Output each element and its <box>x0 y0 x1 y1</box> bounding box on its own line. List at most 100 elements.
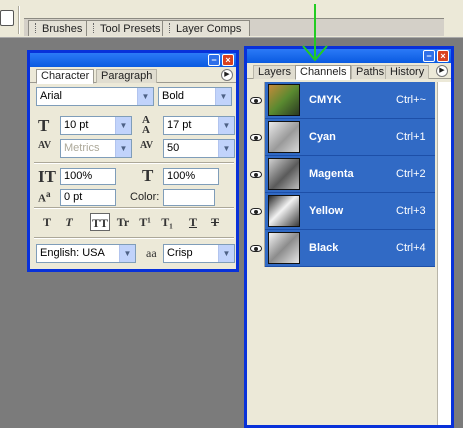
channels-palette-titlebar[interactable]: − × <box>247 49 451 63</box>
tab-history[interactable]: History <box>385 65 430 79</box>
font-size-select[interactable]: 10 pt ▼ <box>60 116 132 135</box>
tab-paths[interactable]: Paths <box>351 65 390 79</box>
text-color-swatch[interactable] <box>163 189 215 206</box>
channels-palette: − × Layers Channels Paths History ▶ CMYK… <box>244 46 454 428</box>
font-size-icon: T <box>38 116 50 135</box>
yellow-channel-thumbnail <box>268 195 300 227</box>
channel-row-magenta[interactable]: Magenta Ctrl+2 <box>247 156 435 193</box>
visibility-cell[interactable] <box>247 230 265 267</box>
baseline-shift-icon: Aa <box>38 189 51 205</box>
tab-character[interactable]: Character <box>36 69 95 84</box>
all-caps-button[interactable]: TT <box>90 213 110 231</box>
channel-shortcut: Ctrl+2 <box>396 168 426 180</box>
palette-menu-icon[interactable]: ▶ <box>436 65 448 77</box>
color-label: Color: <box>130 191 160 203</box>
kerning-value: Metrics <box>64 142 100 154</box>
horizontal-scale-field[interactable]: 100% <box>163 168 219 185</box>
close-icon[interactable]: × <box>222 54 234 66</box>
font-style-value: Bold <box>162 90 185 102</box>
language-value: English: USA <box>40 247 105 259</box>
superscript-button[interactable]: T¹ <box>136 213 154 231</box>
tracking-select[interactable]: 50 ▼ <box>163 139 235 158</box>
faux-bold-button[interactable]: T <box>38 213 56 231</box>
close-icon[interactable]: × <box>437 50 449 62</box>
well-tab-layer-comps[interactable]: Layer Comps <box>162 20 251 36</box>
subscript-button[interactable]: T₁ <box>158 213 176 231</box>
channel-name: Black <box>309 242 339 254</box>
visibility-cell[interactable] <box>247 193 265 230</box>
leading-icon: AA <box>142 114 150 136</box>
channel-name: Yellow <box>309 205 344 217</box>
eye-icon[interactable] <box>250 134 262 141</box>
channel-name: Cyan <box>309 131 336 143</box>
well-tab-brushes[interactable]: Brushes <box>28 20 92 36</box>
cyan-channel-thumbnail <box>268 121 300 153</box>
chevron-down-icon[interactable]: ▼ <box>115 117 131 134</box>
channel-row-black[interactable]: Black Ctrl+4 <box>247 230 435 267</box>
channel-shortcut: Ctrl+4 <box>396 242 426 254</box>
baseline-shift-field[interactable]: 0 pt <box>60 189 116 206</box>
eye-icon[interactable] <box>250 208 262 215</box>
minimize-icon[interactable]: − <box>423 50 435 62</box>
leading-select[interactable]: 17 pt ▼ <box>163 116 235 135</box>
character-palette: − × Character Paragraph ▶ Arial ▼ Bold ▼… <box>27 50 239 272</box>
eye-icon[interactable] <box>250 245 262 252</box>
faux-italic-button[interactable]: T <box>60 213 78 231</box>
channel-shortcut: Ctrl+1 <box>396 131 426 143</box>
tracking-value: 50 <box>167 142 180 154</box>
language-select[interactable]: English: USA ▼ <box>36 244 136 263</box>
channels-scrollbar[interactable] <box>437 82 451 425</box>
text-tool-icon[interactable] <box>0 10 14 26</box>
kerning-icon: AV <box>38 140 52 151</box>
small-caps-button[interactable]: Tr <box>114 213 132 231</box>
tracking-icon: AV <box>140 140 154 151</box>
tab-channels[interactable]: Channels <box>295 65 352 80</box>
tab-paragraph[interactable]: Paragraph <box>96 69 158 83</box>
channel-row-yellow[interactable]: Yellow Ctrl+3 <box>247 193 435 230</box>
vertical-scale-icon: IT <box>38 167 56 186</box>
visibility-cell[interactable] <box>247 156 265 193</box>
chevron-down-icon[interactable]: ▼ <box>218 140 234 157</box>
magenta-channel-thumbnail <box>268 158 300 190</box>
chevron-down-icon[interactable]: ▼ <box>218 245 234 262</box>
channel-row-cmyk[interactable]: CMYK Ctrl+~ <box>247 82 435 119</box>
leading-value: 17 pt <box>167 119 192 131</box>
font-size-value: 10 pt <box>64 119 89 131</box>
section-divider <box>34 207 234 209</box>
eye-icon[interactable] <box>250 171 262 178</box>
antialias-select[interactable]: Crisp ▼ <box>163 244 235 263</box>
chevron-down-icon[interactable]: ▼ <box>119 245 135 262</box>
chevron-down-icon[interactable]: ▼ <box>115 140 131 157</box>
options-bar: Brushes Tool Presets Layer Comps <box>0 0 463 38</box>
minimize-icon[interactable]: − <box>208 54 220 66</box>
channel-name: CMYK <box>309 94 342 106</box>
vertical-scale-field[interactable]: 100% <box>60 168 116 185</box>
underline-button[interactable]: T <box>184 213 202 231</box>
visibility-cell[interactable] <box>247 119 265 156</box>
channel-row-cyan[interactable]: Cyan Ctrl+1 <box>247 119 435 156</box>
font-style-select[interactable]: Bold ▼ <box>158 87 232 106</box>
eye-icon[interactable] <box>250 97 262 104</box>
options-bar-separator <box>18 6 20 34</box>
well-tab-tool-presets[interactable]: Tool Presets <box>86 20 170 36</box>
strikethrough-button[interactable]: T <box>206 213 224 231</box>
visibility-cell[interactable] <box>247 82 265 119</box>
channel-shortcut: Ctrl+~ <box>396 94 426 106</box>
chevron-down-icon[interactable]: ▼ <box>137 88 153 105</box>
antialias-icon: aa <box>146 246 157 260</box>
channels-palette-tabs: Layers Channels Paths History ▶ <box>247 63 451 80</box>
font-family-value: Arial <box>40 90 63 102</box>
kerning-select[interactable]: Metrics ▼ <box>60 139 132 158</box>
black-channel-thumbnail <box>268 232 300 264</box>
antialias-value: Crisp <box>167 247 193 259</box>
palette-menu-icon[interactable]: ▶ <box>221 69 233 81</box>
font-family-select[interactable]: Arial ▼ <box>36 87 154 106</box>
chevron-down-icon[interactable]: ▼ <box>215 88 231 105</box>
channel-shortcut: Ctrl+3 <box>396 205 426 217</box>
character-palette-titlebar[interactable]: − × <box>30 53 236 67</box>
chevron-down-icon[interactable]: ▼ <box>218 117 234 134</box>
tab-layers[interactable]: Layers <box>253 65 297 79</box>
horizontal-scale-icon: T <box>142 166 154 185</box>
annotation-arrow-icon <box>302 4 328 62</box>
channel-name: Magenta <box>309 168 354 180</box>
